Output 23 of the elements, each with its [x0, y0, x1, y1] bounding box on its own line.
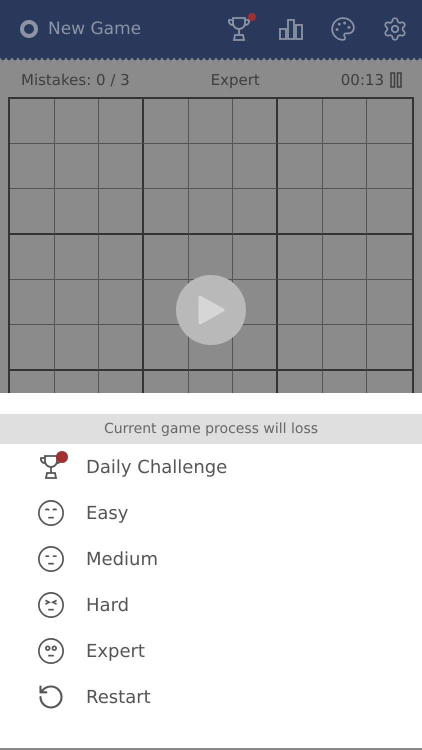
menu-item[interactable]: Hard: [0, 582, 422, 628]
face-icon: [37, 591, 65, 619]
face-icon: [37, 499, 65, 527]
settings-icon: [382, 16, 408, 42]
restart-icon: [37, 683, 65, 711]
palette-icon: [330, 16, 356, 42]
menu-item[interactable]: Expert: [0, 628, 422, 674]
ring-icon: [20, 20, 38, 38]
menu-item[interactable]: Daily Challenge: [0, 444, 422, 490]
face-icon: [37, 637, 65, 665]
trophy-icon: [226, 15, 252, 43]
new-game-button[interactable]: New Game: [20, 19, 202, 39]
difficulty-label: Expert: [210, 71, 260, 89]
warning-banner: Current game process will loss: [0, 414, 422, 444]
face-icon: [37, 545, 65, 573]
pause-icon[interactable]: [390, 72, 402, 88]
menu-item[interactable]: Restart: [0, 674, 422, 720]
bar-chart-icon: [278, 17, 304, 41]
menu-item[interactable]: Medium: [0, 536, 422, 582]
mistakes-counter: Mistakes: 0 / 3: [21, 71, 130, 89]
play-icon: [197, 294, 225, 326]
timer: 00:13: [340, 71, 384, 89]
menu-item[interactable]: Easy: [0, 490, 422, 536]
